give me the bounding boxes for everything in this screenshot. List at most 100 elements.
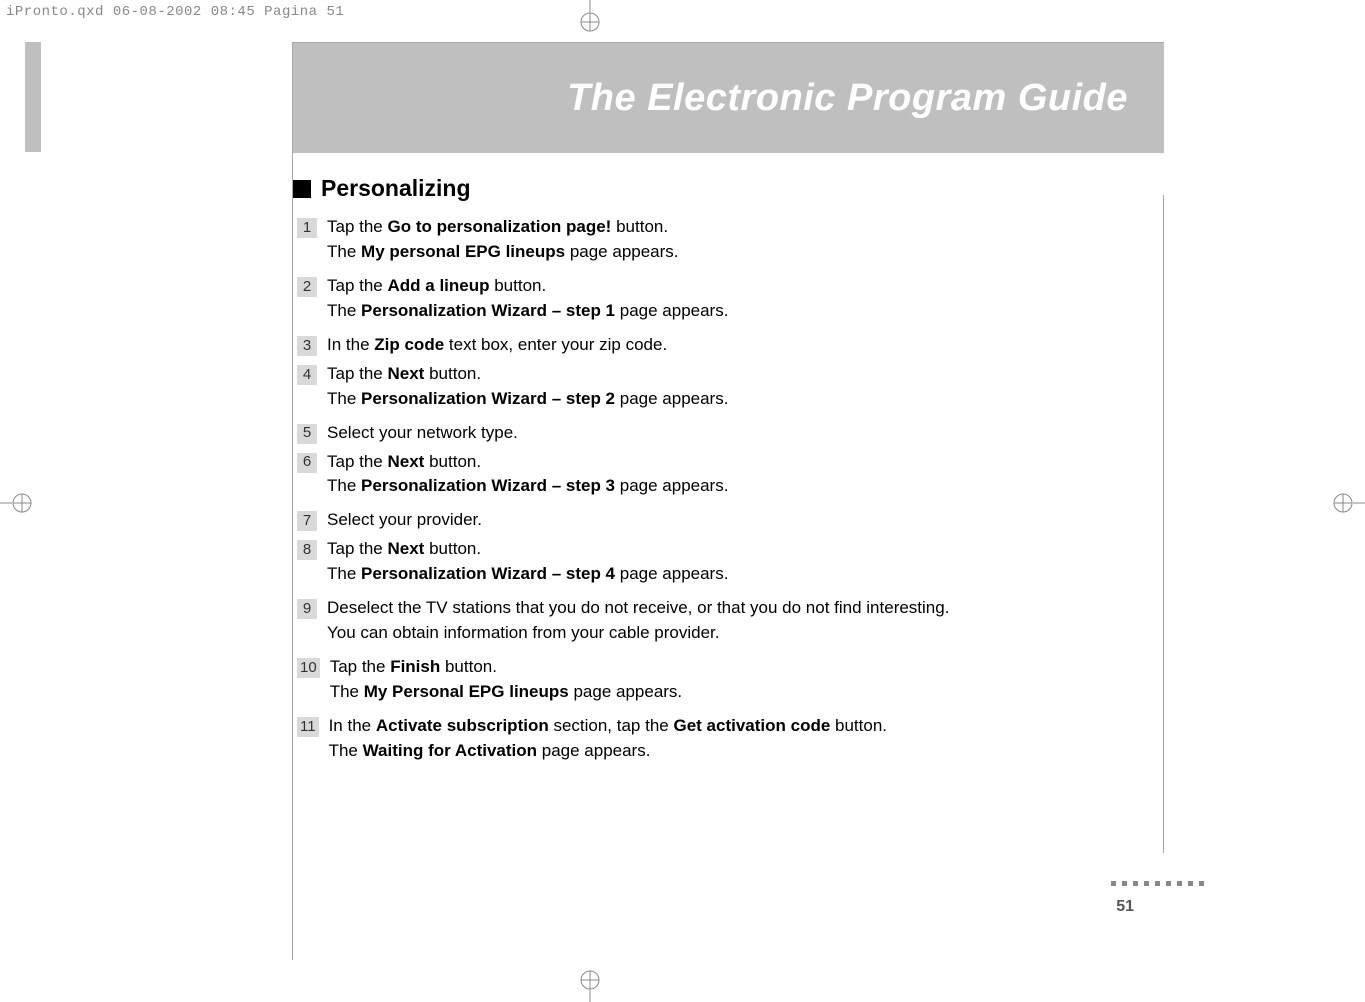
step-4: 4 Tap the Next button. The Personalizati… bbox=[297, 363, 1124, 411]
step-text: page appears. bbox=[615, 476, 728, 495]
step-text: You can obtain information from your cab… bbox=[327, 623, 720, 642]
step-number: 7 bbox=[297, 511, 317, 531]
step-body: Deselect the TV stations that you do not… bbox=[327, 597, 1124, 645]
step-text: Tap the bbox=[327, 452, 388, 471]
step-text: page appears. bbox=[565, 242, 678, 261]
step-bold: Zip code bbox=[374, 335, 444, 354]
step-9: 9 Deselect the TV stations that you do n… bbox=[297, 597, 1124, 645]
step-5: 5 Select your network type. bbox=[297, 422, 1124, 445]
title-band: The Electronic Program Guide bbox=[293, 43, 1164, 153]
step-text: The bbox=[327, 389, 361, 408]
step-body: Tap the Add a lineup button. The Persona… bbox=[327, 275, 1124, 323]
step-text: Tap the bbox=[330, 657, 391, 676]
step-bold: Personalization Wizard – step 3 bbox=[361, 476, 615, 495]
step-bold: Add a lineup bbox=[388, 276, 490, 295]
step-bold: Activate subscription bbox=[376, 716, 549, 735]
step-body: Select your network type. bbox=[327, 422, 1124, 445]
step-bold: Waiting for Activation bbox=[363, 741, 537, 760]
step-text: button. bbox=[830, 716, 887, 735]
step-text: The bbox=[327, 301, 361, 320]
step-text: button. bbox=[424, 539, 481, 558]
step-text: In the bbox=[327, 335, 374, 354]
content-area: Personalizing 1 Tap the Go to personaliz… bbox=[293, 175, 1124, 774]
step-number: 6 bbox=[297, 453, 317, 473]
left-gray-bar bbox=[25, 42, 41, 152]
step-text: Tap the bbox=[327, 217, 388, 236]
step-7: 7 Select your provider. bbox=[297, 509, 1124, 532]
step-bold: Personalization Wizard – step 1 bbox=[361, 301, 615, 320]
step-bold: Personalization Wizard – step 2 bbox=[361, 389, 615, 408]
step-text: button. bbox=[424, 452, 481, 471]
section-bullet-icon bbox=[293, 180, 311, 198]
step-text: section, tap the bbox=[549, 716, 674, 735]
decorative-dots bbox=[1111, 881, 1204, 886]
step-text: In the bbox=[329, 716, 376, 735]
step-text: The bbox=[327, 476, 361, 495]
step-bold: My Personal EPG lineups bbox=[364, 682, 569, 701]
step-bold: Next bbox=[388, 539, 425, 558]
step-bold: Next bbox=[388, 364, 425, 383]
step-text: text box, enter your zip code. bbox=[444, 335, 667, 354]
crop-mark-top bbox=[572, 0, 608, 36]
step-text: button. bbox=[490, 276, 547, 295]
step-text: page appears. bbox=[615, 389, 728, 408]
step-number: 1 bbox=[297, 218, 317, 238]
print-header: iPronto.qxd 06-08-2002 08:45 Pagina 51 bbox=[6, 4, 344, 20]
step-bold: Finish bbox=[390, 657, 440, 676]
step-text: Select your network type. bbox=[327, 423, 518, 442]
step-bold: My personal EPG lineups bbox=[361, 242, 565, 261]
step-text: button. bbox=[424, 364, 481, 383]
section-heading-row: Personalizing bbox=[293, 175, 1124, 202]
step-bold: Go to personalization page! bbox=[388, 217, 612, 236]
step-body: Tap the Next button. The Personalization… bbox=[327, 538, 1124, 586]
step-body: In the Activate subscription section, ta… bbox=[329, 715, 1124, 763]
step-text: The bbox=[327, 564, 361, 583]
step-text: page appears. bbox=[537, 741, 650, 760]
crop-mark-right bbox=[1329, 485, 1365, 521]
step-body: Select your provider. bbox=[327, 509, 1124, 532]
step-text: The bbox=[329, 741, 363, 760]
step-number: 3 bbox=[297, 336, 317, 356]
step-body: Tap the Next button. The Personalization… bbox=[327, 363, 1124, 411]
step-11: 11 In the Activate subscription section,… bbox=[297, 715, 1124, 763]
step-bold: Get activation code bbox=[673, 716, 830, 735]
step-text: Tap the bbox=[327, 276, 388, 295]
step-body: In the Zip code text box, enter your zip… bbox=[327, 334, 1124, 357]
step-text: The bbox=[327, 242, 361, 261]
step-number: 4 bbox=[297, 365, 317, 385]
step-number: 10 bbox=[297, 658, 320, 678]
step-number: 9 bbox=[297, 599, 317, 619]
step-3: 3 In the Zip code text box, enter your z… bbox=[297, 334, 1124, 357]
step-text: button. bbox=[440, 657, 497, 676]
step-text: Select your provider. bbox=[327, 510, 482, 529]
step-10: 10 Tap the Finish button. The My Persona… bbox=[297, 656, 1124, 704]
step-number: 11 bbox=[297, 717, 319, 737]
step-text: page appears. bbox=[615, 301, 728, 320]
step-text: Tap the bbox=[327, 364, 388, 383]
step-text: page appears. bbox=[569, 682, 682, 701]
step-bold: Next bbox=[388, 452, 425, 471]
crop-mark-bottom bbox=[572, 966, 608, 1002]
step-body: Tap the Finish button. The My Personal E… bbox=[330, 656, 1124, 704]
step-text: The bbox=[330, 682, 364, 701]
step-1: 1 Tap the Go to personalization page! bu… bbox=[297, 216, 1124, 264]
section-heading: Personalizing bbox=[321, 175, 471, 202]
crop-mark-left bbox=[0, 485, 36, 521]
step-2: 2 Tap the Add a lineup button. The Perso… bbox=[297, 275, 1124, 323]
steps-list: 1 Tap the Go to personalization page! bu… bbox=[297, 216, 1124, 763]
step-text: Tap the bbox=[327, 539, 388, 558]
step-6: 6 Tap the Next button. The Personalizati… bbox=[297, 451, 1124, 499]
step-number: 2 bbox=[297, 277, 317, 297]
step-text: page appears. bbox=[615, 564, 728, 583]
page-title: The Electronic Program Guide bbox=[567, 77, 1128, 120]
step-8: 8 Tap the Next button. The Personalizati… bbox=[297, 538, 1124, 586]
page-right-border bbox=[1163, 195, 1164, 853]
step-bold: Personalization Wizard – step 4 bbox=[361, 564, 615, 583]
step-text: button. bbox=[611, 217, 668, 236]
step-body: Tap the Go to personalization page! butt… bbox=[327, 216, 1124, 264]
step-number: 8 bbox=[297, 540, 317, 560]
page-area: The Electronic Program Guide Personalizi… bbox=[292, 42, 1164, 960]
step-body: Tap the Next button. The Personalization… bbox=[327, 451, 1124, 499]
step-text: Deselect the TV stations that you do not… bbox=[327, 598, 949, 617]
page-number: 51 bbox=[1116, 898, 1134, 916]
